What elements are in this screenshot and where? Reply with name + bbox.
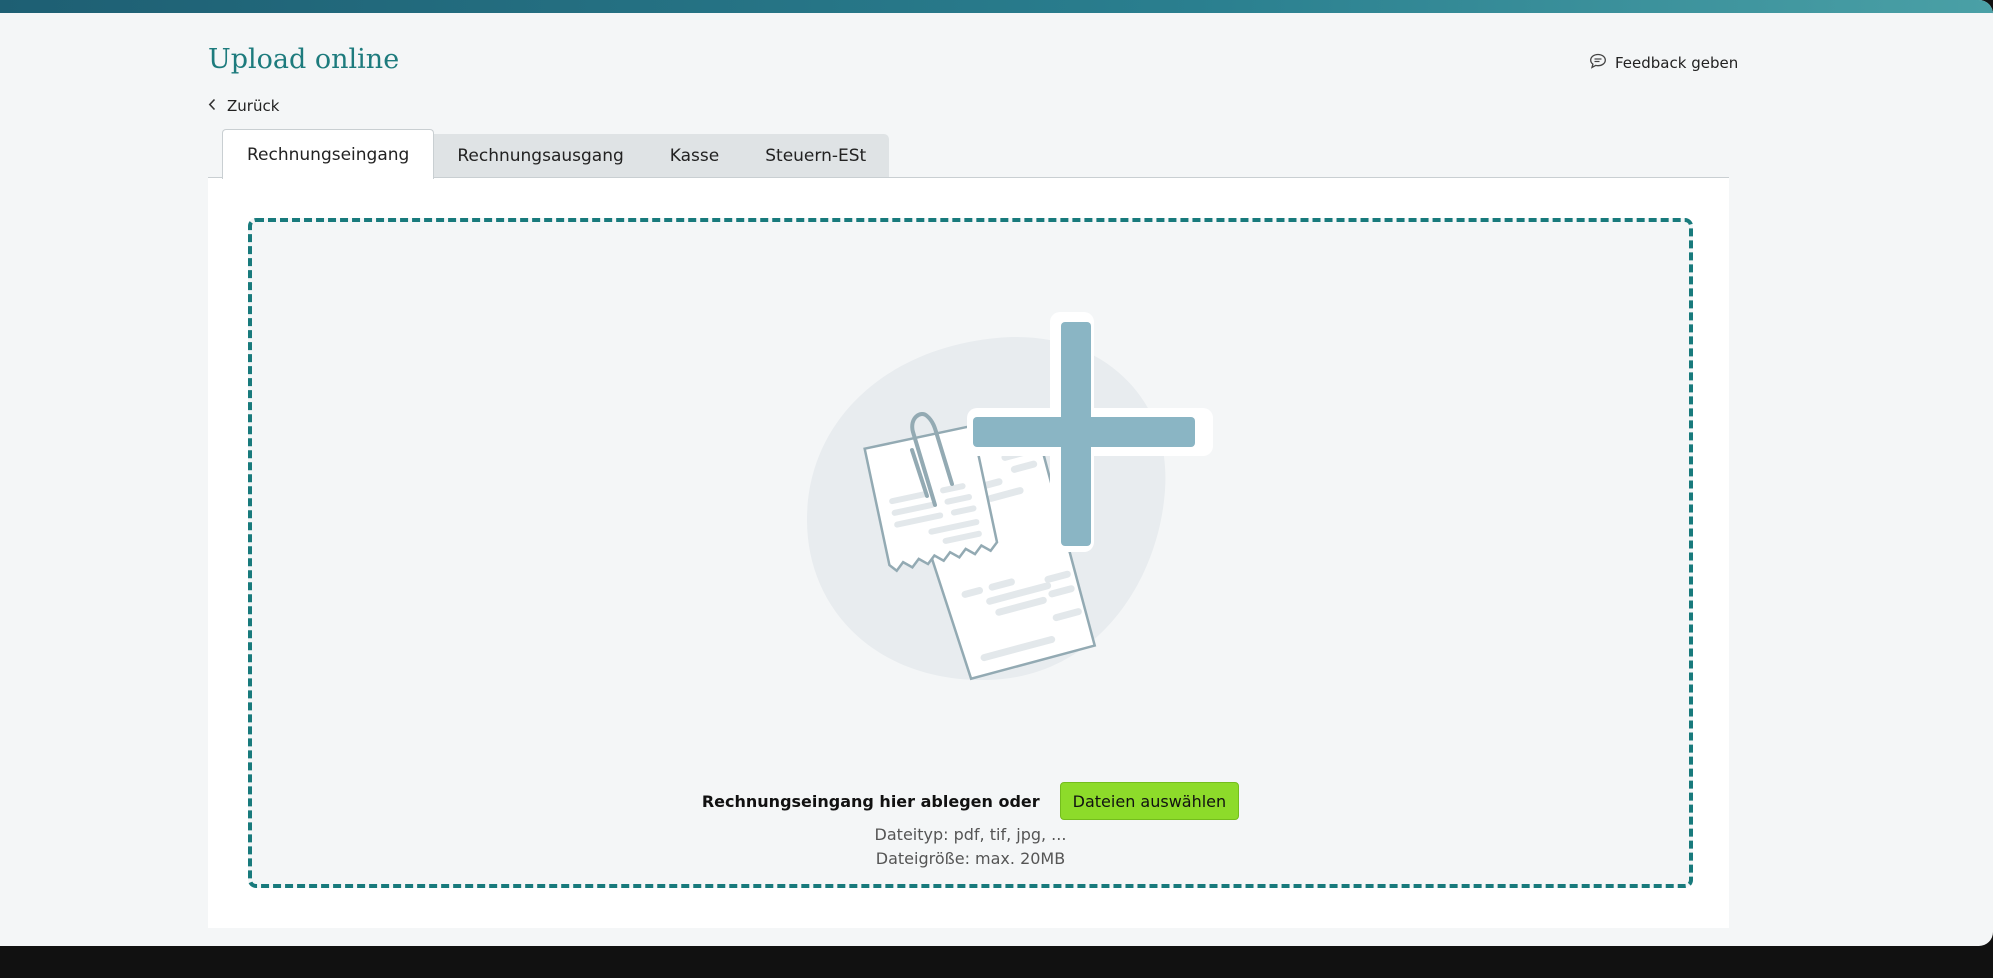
- upload-documents-illustration: [807, 312, 1213, 681]
- app-window: Upload online Feedback geben Zurück Rech…: [0, 0, 1993, 946]
- file-dropzone[interactable]: Rechnungseingang hier ablegen oder Datei…: [248, 218, 1693, 888]
- tab-bar: Rechnungseingang Rechnungsausgang Kasse …: [222, 129, 890, 179]
- feedback-label: Feedback geben: [1615, 54, 1739, 72]
- back-link[interactable]: Zurück: [208, 97, 279, 115]
- tab-steuern-est[interactable]: Steuern-ESt: [742, 134, 890, 178]
- drop-instruction-row: Rechnungseingang hier ablegen oder Datei…: [252, 782, 1689, 820]
- file-size-info: Dateigröße: max. 20MB: [875, 849, 1066, 868]
- top-accent-bar: [0, 0, 1993, 13]
- tab-rechnungsausgang[interactable]: Rechnungsausgang: [434, 134, 647, 178]
- feedback-button[interactable]: Feedback geben: [1589, 53, 1738, 73]
- tab-panel: Rechnungseingang hier ablegen oder Datei…: [208, 177, 1729, 928]
- drop-instruction-text: Rechnungseingang hier ablegen oder: [701, 791, 1040, 811]
- page-title: Upload online: [208, 44, 400, 75]
- chevron-left-icon: [208, 97, 216, 115]
- file-type-info: Dateityp: pdf, tif, jpg, ...: [874, 825, 1067, 844]
- tab-rechnungseingang[interactable]: Rechnungseingang: [222, 129, 435, 179]
- select-files-button[interactable]: Dateien auswählen: [1059, 782, 1240, 820]
- tab-kasse[interactable]: Kasse: [646, 134, 743, 178]
- speech-bubble-icon: [1589, 53, 1607, 73]
- back-label: Zurück: [227, 97, 280, 115]
